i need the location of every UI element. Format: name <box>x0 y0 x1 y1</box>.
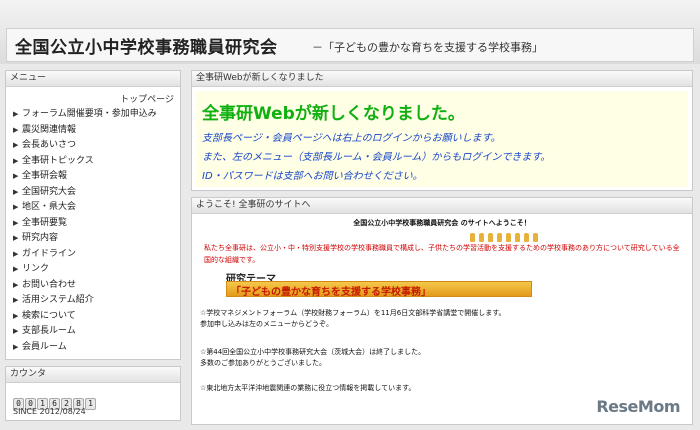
menu-panel: メニュー トップページ ▶ フォーラム開催要項・参加申込み ▶ 震災関連情報 ▶ 会長あい… <box>5 70 181 360</box>
counter-digit: 1 <box>85 398 96 410</box>
arrow-right-icon: ▶ <box>13 265 19 273</box>
notice-line: また、左のメニュー（支部長ルーム・会員ルーム）からもログインできます。 <box>202 152 551 163</box>
menu-item[interactable]: ▶ 研究内容 <box>13 231 178 247</box>
menu-item[interactable]: ▶ 全国研究大会 <box>13 185 178 201</box>
menu-item-label: フォーラム開催要項・参加申込み <box>22 109 157 119</box>
menu-item-label: リンク <box>22 264 50 274</box>
site-header: 全国公立小中学校事務職員研究会 －「子どもの豊かな育ちを支援する学校事務」 <box>0 0 700 64</box>
news-line[interactable]: ☆東北地方太平洋沖地震関連の業務に役立つ情報を掲載しています。 <box>200 383 415 394</box>
arrow-right-icon: ▶ <box>13 187 19 196</box>
menu-item-label: ガイドライン <box>22 248 77 259</box>
theme-text: 「子どもの豊かな育ちを支援する学校事務」 <box>231 287 431 298</box>
news-line[interactable]: ☆学校マネジメントフォーラム（学校財務フォーラム）を11月6日文部科学省講堂で開… <box>200 308 506 319</box>
menu-item-label: 検索について <box>22 310 76 321</box>
arrow-right-icon: ▶ <box>13 234 19 242</box>
site-tagline: －「子どもの豊かな育ちを支援する学校事務」 <box>312 41 543 54</box>
arrow-right-icon: ▶ <box>13 249 19 258</box>
menu-item-label: 活用システム紹介 <box>22 295 94 305</box>
news-item: ☆学校マネジメントフォーラム（学校財務フォーラム）を11月6日文部科学省講堂で開… <box>200 308 506 330</box>
notice-line: ID・パスワードは支部へお問い合わせください。 <box>202 171 423 182</box>
arrow-right-icon: ▶ <box>13 342 19 351</box>
notice-line: 支部長ページ・会員ページへは右上のログインからお願いします。 <box>202 133 501 144</box>
top-page-link[interactable]: トップページ <box>120 92 174 105</box>
resemom-logo: ReseMom <box>596 397 680 416</box>
news-line: 参加申し込みは左のメニューからどうぞ。 <box>200 320 333 328</box>
arrow-right-icon: ▶ <box>13 141 19 149</box>
arrow-right-icon: ▶ <box>13 280 19 289</box>
news-item: ☆第44回全国公立小中学校事務研究大会（茨城大会）は終了しました。 多数のご参加… <box>200 347 425 369</box>
menu-item[interactable]: ▶ 活用システム紹介 <box>13 293 178 309</box>
menu-item-label: 震災関連情報 <box>22 124 77 135</box>
site-title[interactable]: 全国公立小中学校事務職員研究会 <box>15 33 278 58</box>
menu-list: ▶ フォーラム開催要項・参加申込み ▶ 震災関連情報 ▶ 会長あいさつ ▶ 全事研トピックス ▶… <box>13 107 178 355</box>
welcome-panel: ようこそ! 全事研のサイトへ 全国公立小中学校事務職員研究会 のサイトへようこそ… <box>191 197 693 425</box>
menu-item[interactable]: ▶ 会長あいさつ <box>13 138 178 154</box>
menu-item[interactable]: ▶ 震災関連情報 <box>13 123 178 139</box>
counter-panel: カウンタ 0016281 SINCE 2012/08/24 <box>5 366 181 421</box>
menu-item[interactable]: ▶ 全事研会報 <box>13 169 178 185</box>
menu-item-label: 研究内容 <box>22 233 59 243</box>
notice-body: 全事研Webが新しくなりました。 支部長ページ・会員ページへは右上のログインから… <box>196 91 688 187</box>
intro-text: 私たち全事研は、公立小・中・特別支援学校の学校事務職員で構成し、子供たちの学習活… <box>204 244 680 264</box>
arrow-right-icon: ▶ <box>13 110 19 118</box>
menu-item[interactable]: ▶ 全事研トピックス <box>13 154 178 170</box>
notice-headline: 全事研Webが新しくなりました。 <box>202 104 465 124</box>
menu-item-label: お問い合わせ <box>22 279 77 290</box>
menu-item-label: 地区・県大会 <box>22 202 77 212</box>
menu-item-label: 全事研要覧 <box>22 217 68 228</box>
notice-panel: 全事研Webが新しくなりました 全事研Webが新しくなりました。 支部長ページ・… <box>191 70 693 191</box>
menu-item[interactable]: ▶ 支部長ルーム <box>13 324 178 340</box>
arrow-right-icon: ▶ <box>13 327 19 335</box>
menu-item[interactable]: ▶ フォーラム開催要項・参加申込み <box>13 107 178 123</box>
menu-item[interactable]: ▶ 検索について <box>13 309 178 325</box>
news-line: 多数のご参加ありがとうございました。 <box>200 359 326 367</box>
menu-item-label: 会員ルーム <box>22 341 67 352</box>
menu-item-label: 全事研会報 <box>22 171 68 181</box>
news-item: ☆東北地方太平洋沖地震関連の業務に役立つ情報を掲載しています。 <box>200 383 415 394</box>
theme-box: 「子どもの豊かな育ちを支援する学校事務」 <box>226 281 532 298</box>
arrow-right-icon: ▶ <box>13 156 19 165</box>
counter-since: SINCE 2012/08/24 <box>13 407 86 416</box>
menu-item[interactable]: ▶ 全事研要覧 <box>13 216 178 232</box>
counter-digits: 0016281 <box>13 391 97 410</box>
welcome-heading-bar: ようこそ! 全事研のサイトへ <box>192 198 692 214</box>
menu-item-label: 会長あいさつ <box>22 140 77 150</box>
arrow-right-icon: ▶ <box>13 311 19 320</box>
header-box: 全国公立小中学校事務職員研究会 －「子どもの豊かな育ちを支援する学校事務」 <box>6 28 694 62</box>
arrow-right-icon: ▶ <box>13 203 19 211</box>
menu-item[interactable]: ▶ リンク <box>13 262 178 278</box>
notice-heading-bar: 全事研Webが新しくなりました <box>192 71 692 87</box>
menu-heading: メニュー <box>6 71 180 87</box>
menu-item-label: 全事研トピックス <box>22 155 94 166</box>
counter-heading: カウンタ <box>6 367 180 383</box>
menu-item[interactable]: ▶ 地区・県大会 <box>13 200 178 216</box>
menu-item[interactable]: ▶ 会員ルーム <box>13 340 178 356</box>
menu-item[interactable]: ▶ お問い合わせ <box>13 278 178 294</box>
menu-item[interactable]: ▶ ガイドライン <box>13 247 178 263</box>
menu-item-label: 全国研究大会 <box>22 186 77 197</box>
news-line[interactable]: ☆第44回全国公立小中学校事務研究大会（茨城大会）は終了しました。 <box>200 347 425 358</box>
arrow-right-icon: ▶ <box>13 218 19 227</box>
menu-item-label: 支部長ルーム <box>22 326 76 336</box>
arrow-right-icon: ▶ <box>13 296 19 304</box>
arrow-right-icon: ▶ <box>13 125 19 134</box>
arrow-right-icon: ▶ <box>13 172 19 180</box>
